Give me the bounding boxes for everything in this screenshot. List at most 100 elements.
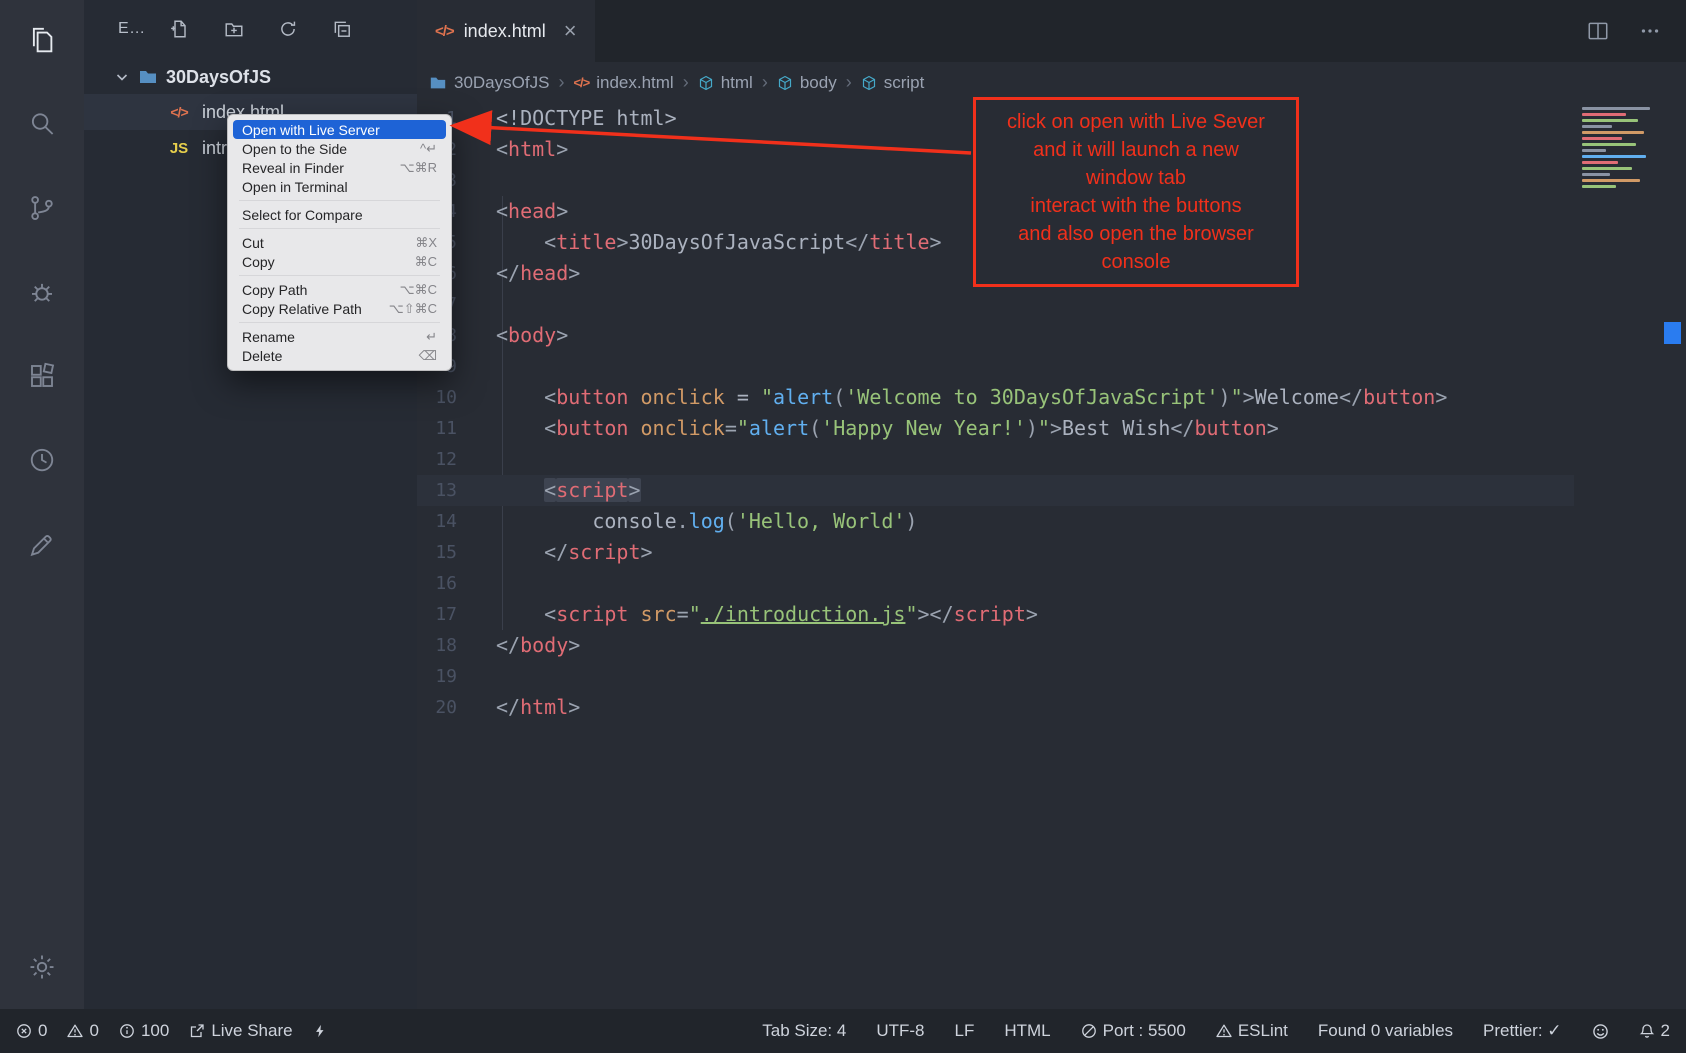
line-content[interactable]: <head> bbox=[496, 196, 568, 227]
code-line[interactable]: 16 bbox=[417, 568, 1686, 599]
menu-item-label: Copy Path bbox=[242, 282, 307, 298]
code-line[interactable]: 9 bbox=[417, 351, 1686, 382]
breadcrumb-item-body[interactable]: body bbox=[777, 73, 837, 93]
code-token: html bbox=[508, 137, 556, 161]
line-content[interactable]: <button onclick="alert('Happy New Year!'… bbox=[496, 413, 1279, 444]
code-line[interactable]: 14 console.log('Hello, World') bbox=[417, 506, 1686, 537]
code-token bbox=[496, 416, 544, 440]
code-line[interactable]: 13 <script> bbox=[417, 475, 1686, 506]
line-number[interactable]: 15 bbox=[417, 537, 457, 568]
status-feedback-smiley[interactable] bbox=[1592, 1023, 1609, 1040]
status-prettier[interactable]: Prettier: ✓ bbox=[1483, 1021, 1561, 1041]
history-icon[interactable] bbox=[18, 436, 66, 484]
line-content[interactable]: <html> bbox=[496, 134, 568, 165]
code-token: 'Hello, World' bbox=[737, 509, 906, 533]
status-warnings[interactable]: 0 bbox=[67, 1021, 98, 1041]
menu-item-copy-path[interactable]: Copy Path⌥⌘C bbox=[233, 280, 446, 299]
line-number[interactable]: 13 bbox=[417, 475, 457, 506]
line-content[interactable]: <title>30DaysOfJavaScript</title> bbox=[496, 227, 942, 258]
status-info-count[interactable]: 100 bbox=[119, 1021, 169, 1041]
split-editor-icon[interactable] bbox=[1586, 19, 1610, 43]
status-eslint[interactable]: ESLint bbox=[1216, 1021, 1288, 1041]
run-debug-icon[interactable] bbox=[18, 268, 66, 316]
status-text: HTML bbox=[1004, 1021, 1050, 1041]
breadcrumb-item-script[interactable]: script bbox=[861, 73, 925, 93]
status-encoding[interactable]: UTF-8 bbox=[876, 1021, 924, 1041]
status-variables[interactable]: Found 0 variables bbox=[1318, 1021, 1453, 1041]
refresh-explorer-icon[interactable] bbox=[278, 19, 298, 39]
code-line[interactable]: 7 bbox=[417, 289, 1686, 320]
line-content[interactable]: </html> bbox=[496, 692, 580, 723]
tab-index-html[interactable]: </> index.html × bbox=[417, 0, 595, 62]
new-folder-icon[interactable] bbox=[224, 19, 244, 39]
chevron-down-icon[interactable] bbox=[114, 69, 130, 85]
line-number[interactable]: 11 bbox=[417, 413, 457, 444]
status-language-mode[interactable]: HTML bbox=[1004, 1021, 1050, 1041]
breadcrumb-item-30daysofjs[interactable]: 30DaysOfJS bbox=[429, 73, 549, 93]
line-content[interactable]: <button onclick = "alert('Welcome to 30D… bbox=[496, 382, 1447, 413]
status-eol[interactable]: LF bbox=[955, 1021, 975, 1041]
search-icon[interactable] bbox=[18, 100, 66, 148]
line-content[interactable]: </head> bbox=[496, 258, 580, 289]
menu-item-delete[interactable]: Delete⌫ bbox=[233, 346, 446, 365]
menu-item-cut[interactable]: Cut⌘X bbox=[233, 233, 446, 252]
code-token: ( bbox=[725, 509, 737, 533]
line-number[interactable]: 10 bbox=[417, 382, 457, 413]
feedback-pen-icon[interactable] bbox=[18, 520, 66, 568]
line-number[interactable]: 18 bbox=[417, 630, 457, 661]
status-tab-size[interactable]: Tab Size: 4 bbox=[762, 1021, 846, 1041]
collapse-folders-icon[interactable] bbox=[332, 19, 352, 39]
status-live-share[interactable]: Live Share bbox=[189, 1021, 292, 1041]
code-line[interactable]: 12 bbox=[417, 444, 1686, 475]
code-token: > bbox=[1026, 602, 1038, 626]
close-tab-icon[interactable]: × bbox=[564, 20, 577, 42]
menu-item-reveal-in-finder[interactable]: Reveal in Finder⌥⌘R bbox=[233, 158, 446, 177]
line-content[interactable]: console.log('Hello, World') bbox=[496, 506, 917, 537]
extensions-icon[interactable] bbox=[18, 352, 66, 400]
breadcrumb-item-index-html[interactable]: </>index.html bbox=[573, 73, 673, 93]
status-errors[interactable]: 0 bbox=[16, 1021, 47, 1041]
line-number[interactable]: 16 bbox=[417, 568, 457, 599]
minimap-line bbox=[1582, 155, 1646, 158]
line-content[interactable]: </body> bbox=[496, 630, 580, 661]
line-number[interactable]: 19 bbox=[417, 661, 457, 692]
line-number[interactable]: 17 bbox=[417, 599, 457, 630]
line-content[interactable]: <script src="./introduction.js"></script… bbox=[496, 599, 1038, 630]
menu-separator bbox=[239, 228, 440, 229]
line-content[interactable]: <!DOCTYPE html> bbox=[496, 103, 677, 134]
code-line[interactable]: 20 </html> bbox=[417, 692, 1686, 723]
status-port[interactable]: Port : 5500 bbox=[1081, 1021, 1186, 1041]
folder-row-30daysofjs[interactable]: 30DaysOfJS bbox=[84, 60, 417, 94]
line-content[interactable]: <script> bbox=[496, 475, 641, 506]
line-content[interactable]: <body> bbox=[496, 320, 568, 351]
code-line[interactable]: 15 </script> bbox=[417, 537, 1686, 568]
code-token: </ bbox=[544, 540, 568, 564]
code-line[interactable]: 8<body> bbox=[417, 320, 1686, 351]
code-line[interactable]: 17 <script src="./introduction.js"></scr… bbox=[417, 599, 1686, 630]
menu-item-open-in-terminal[interactable]: Open in Terminal bbox=[233, 177, 446, 196]
line-content[interactable]: </script> bbox=[496, 537, 653, 568]
menu-item-select-for-compare[interactable]: Select for Compare bbox=[233, 205, 446, 224]
status-notifications[interactable]: 2 bbox=[1639, 1021, 1670, 1041]
menu-item-open-with-live-server[interactable]: Open with Live Server bbox=[233, 120, 446, 139]
more-actions-icon[interactable] bbox=[1638, 19, 1662, 43]
code-line[interactable]: 18 </body> bbox=[417, 630, 1686, 661]
source-control-icon[interactable] bbox=[18, 184, 66, 232]
new-file-icon[interactable] bbox=[170, 19, 190, 39]
menu-item-copy[interactable]: Copy⌘C bbox=[233, 252, 446, 271]
status-quick-actions[interactable] bbox=[313, 1023, 327, 1039]
explorer-icon[interactable] bbox=[18, 16, 66, 64]
code-line[interactable]: 11 <button onclick="alert('Happy New Yea… bbox=[417, 413, 1686, 444]
code-line[interactable]: 19 bbox=[417, 661, 1686, 692]
menu-item-rename[interactable]: Rename↵ bbox=[233, 327, 446, 346]
code-line[interactable]: 10 <button onclick = "alert('Welcome to … bbox=[417, 382, 1686, 413]
settings-gear-icon[interactable] bbox=[18, 943, 66, 991]
line-number[interactable]: 20 bbox=[417, 692, 457, 723]
line-number[interactable]: 14 bbox=[417, 506, 457, 537]
minimap[interactable] bbox=[1582, 107, 1674, 191]
menu-item-open-to-the-side[interactable]: Open to the Side^↵ bbox=[233, 139, 446, 158]
menu-item-label: Open with Live Server bbox=[242, 122, 380, 138]
menu-item-copy-relative-path[interactable]: Copy Relative Path⌥⇧⌘C bbox=[233, 299, 446, 318]
line-number[interactable]: 12 bbox=[417, 444, 457, 475]
breadcrumb-item-html[interactable]: html bbox=[698, 73, 753, 93]
